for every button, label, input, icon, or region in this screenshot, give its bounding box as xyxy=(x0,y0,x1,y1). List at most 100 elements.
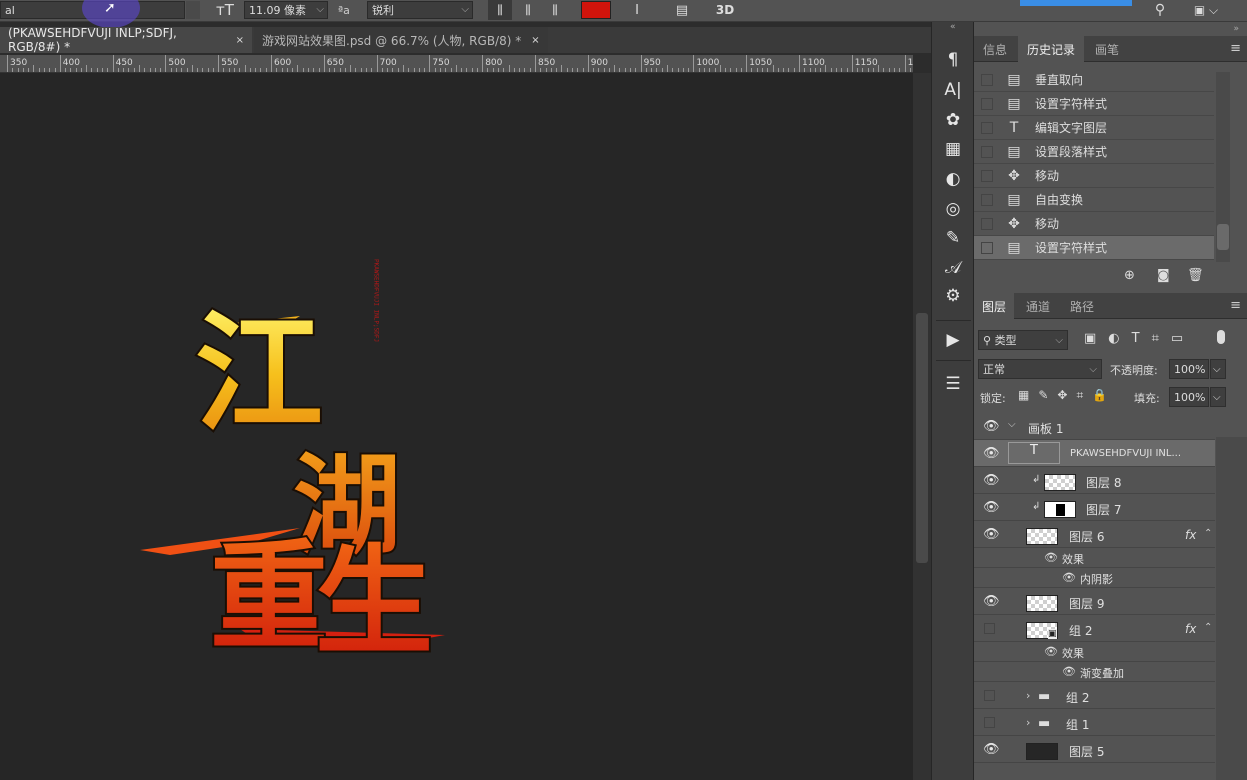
layers-scrollbar[interactable] xyxy=(1216,437,1247,780)
horizontal-ruler[interactable]: 350 400 450 500 550 600 650 700 750 800 850 900 950 1… xyxy=(0,55,913,73)
fill-field[interactable]: 100% xyxy=(1169,387,1209,407)
font-size-field[interactable]: 11.09 像素 ⌵ xyxy=(244,1,328,19)
lock-icons[interactable]: ▦✎✥⌗🔒 xyxy=(1018,388,1116,403)
canvas-area[interactable]: 江 湖 重 生 PKAWSEHDFVUJI INLP;SDFJ xyxy=(0,73,913,780)
eye-icon[interactable]: 👁 xyxy=(983,527,1000,542)
eye-icon[interactable]: 👁 xyxy=(983,473,1000,488)
layer-effect-row[interactable]: 👁 效果 xyxy=(974,642,1215,662)
history-scrollbar[interactable] xyxy=(1216,72,1230,262)
visibility-toggle[interactable] xyxy=(984,690,995,701)
layer-effect-row[interactable]: 👁 渐变叠加 xyxy=(974,662,1215,682)
fx-icon[interactable]: fx xyxy=(1185,528,1196,542)
canvas-vertical-scrollbar[interactable] xyxy=(913,73,931,780)
filter-toggle[interactable] xyxy=(1217,330,1225,344)
history-item[interactable]: ▤ 垂直取向 xyxy=(974,68,1214,92)
tab-document-1[interactable]: (PKAWSEHDFVUJI INLP;SDFJ, RGB/8#) * × xyxy=(0,26,252,54)
history-snapshot-checkbox[interactable] xyxy=(981,169,993,182)
workspace-bar[interactable] xyxy=(1020,0,1132,6)
history-snapshot-checkbox[interactable] xyxy=(981,121,993,134)
eye-icon[interactable]: 👁 xyxy=(1062,571,1076,584)
layer-row[interactable]: 👁 图层 6 fx ⌃ xyxy=(974,521,1215,548)
scrollbar-thumb[interactable] xyxy=(1217,224,1229,250)
layer-effect-row[interactable]: 👁 内阴影 xyxy=(974,568,1215,588)
chevron-up-icon[interactable]: ⌃ xyxy=(1204,622,1212,633)
layer-row[interactable]: ▣ 组 2 fx ⌃ xyxy=(974,615,1215,642)
font-style-dropdown[interactable] xyxy=(186,1,200,19)
history-item[interactable]: ▤ 设置字符样式 xyxy=(974,92,1214,116)
close-icon[interactable]: × xyxy=(236,35,244,46)
opacity-dropdown[interactable]: ⌵ xyxy=(1210,359,1226,379)
adjustments-icon[interactable]: ◐ xyxy=(940,167,966,191)
search-icon[interactable]: ⚲ xyxy=(1150,0,1170,20)
history-snapshot-checkbox[interactable] xyxy=(981,241,993,254)
chevron-up-icon[interactable]: ⌃ xyxy=(1204,528,1212,539)
eye-icon[interactable]: 👁 xyxy=(983,500,1000,515)
align-bottom-icon[interactable]: ⫼ xyxy=(543,0,567,20)
tab-brush[interactable]: 画笔 xyxy=(1086,36,1128,62)
history-snapshot-checkbox[interactable] xyxy=(981,217,993,230)
antialias-select[interactable]: 锐利 ⌵ xyxy=(367,1,473,19)
properties-icon[interactable]: ⚙ xyxy=(940,284,966,308)
tab-layers[interactable]: 图层 xyxy=(974,293,1014,319)
3d-button[interactable]: 3D xyxy=(714,0,736,20)
tab-info[interactable]: 信息 xyxy=(974,36,1016,62)
collapse-panels-icon[interactable]: » xyxy=(1233,24,1239,34)
align-center-icon[interactable]: ⫼ xyxy=(516,0,540,20)
history-item[interactable]: ✥ 移动 xyxy=(974,212,1214,236)
history-snapshot-checkbox[interactable] xyxy=(981,145,993,158)
layer-row[interactable]: 👁 图层 5 xyxy=(974,736,1215,763)
visibility-toggle[interactable] xyxy=(984,623,995,634)
swatches-icon[interactable]: ✿ xyxy=(940,108,966,132)
cloud-library-icon[interactable]: ◎ xyxy=(940,197,966,221)
character-panel-icon[interactable]: ▤ xyxy=(672,0,692,20)
layer-row[interactable]: › ▬ 组 1 xyxy=(974,709,1215,736)
layer-filter-icons[interactable]: ▣◐T⌗▭ xyxy=(1084,331,1195,346)
character-icon[interactable]: A| xyxy=(940,78,966,102)
layer-effect-row[interactable]: 👁 效果 xyxy=(974,548,1215,568)
eye-icon[interactable]: 👁 xyxy=(983,446,1000,461)
brush-presets-icon[interactable]: ✎ xyxy=(940,226,966,250)
actions-play-icon[interactable]: ▶ xyxy=(940,328,966,352)
fill-dropdown[interactable]: ⌵ xyxy=(1210,387,1226,407)
visibility-toggle[interactable] xyxy=(984,717,995,728)
history-snapshot-checkbox[interactable] xyxy=(981,73,993,86)
chevron-right-icon[interactable]: › xyxy=(1026,689,1030,702)
history-item[interactable]: ▤ 自由变换 xyxy=(974,188,1214,212)
layer-row[interactable]: 👁 ↲ 图层 7 xyxy=(974,494,1215,521)
eye-icon[interactable]: 👁 xyxy=(1044,551,1058,564)
tool-presets-icon[interactable]: ☰ xyxy=(940,372,966,396)
layer-row[interactable]: 👁 图层 9 xyxy=(974,588,1215,615)
eye-icon[interactable]: 👁 xyxy=(1062,665,1076,678)
eye-icon[interactable]: 👁 xyxy=(983,742,1000,757)
history-item[interactable]: ✥ 移动 xyxy=(974,164,1214,188)
text-color-swatch[interactable] xyxy=(581,1,611,19)
grid-icon[interactable]: ▦ xyxy=(940,137,966,161)
history-snapshot-checkbox[interactable] xyxy=(981,193,993,206)
camera-snapshot-icon[interactable]: ◙ xyxy=(1157,268,1170,283)
trash-icon[interactable]: 🗑 xyxy=(1187,268,1204,283)
history-snapshot-checkbox[interactable] xyxy=(981,97,993,110)
new-document-from-state-icon[interactable]: ⊕ xyxy=(1124,268,1135,283)
opacity-field[interactable]: 100% xyxy=(1169,359,1209,379)
layer-row[interactable]: 👁 ↲ 图层 8 xyxy=(974,467,1215,494)
panel-menu-icon[interactable]: ≡ xyxy=(1230,298,1241,313)
history-item[interactable]: T 编辑文字图层 xyxy=(974,116,1214,140)
align-top-icon[interactable]: ⫼ xyxy=(488,0,512,20)
chevron-right-icon[interactable]: › xyxy=(1026,716,1030,729)
layer-row[interactable]: 👁 T PKAWSEHDFVUJI INL... xyxy=(974,440,1215,467)
workspace-switcher-icon[interactable]: ▣ ⌵ xyxy=(1186,0,1226,20)
eye-icon[interactable]: 👁 xyxy=(1044,645,1058,658)
eye-icon[interactable]: 👁 xyxy=(983,419,1000,434)
glyphs-icon[interactable]: 𝒜 xyxy=(940,256,966,280)
scrollbar-thumb[interactable] xyxy=(916,313,928,563)
close-icon[interactable]: × xyxy=(531,35,539,46)
chevron-down-icon[interactable]: ⌵ xyxy=(1008,419,1016,430)
paragraph-icon[interactable]: ¶ xyxy=(940,48,966,72)
eye-icon[interactable]: 👁 xyxy=(983,594,1000,609)
panel-menu-icon[interactable]: ≡ xyxy=(1230,41,1241,56)
layer-row[interactable]: 👁 ⌵ 画板 1 xyxy=(974,414,1215,440)
history-item[interactable]: ▤ 设置字符样式 xyxy=(974,236,1214,260)
warp-text-icon[interactable]: Ⅰ xyxy=(627,0,647,20)
tab-document-2[interactable]: 游戏网站效果图.psd @ 66.7% (人物, RGB/8) * × xyxy=(254,27,548,53)
tab-channels[interactable]: 通道 xyxy=(1018,293,1058,319)
